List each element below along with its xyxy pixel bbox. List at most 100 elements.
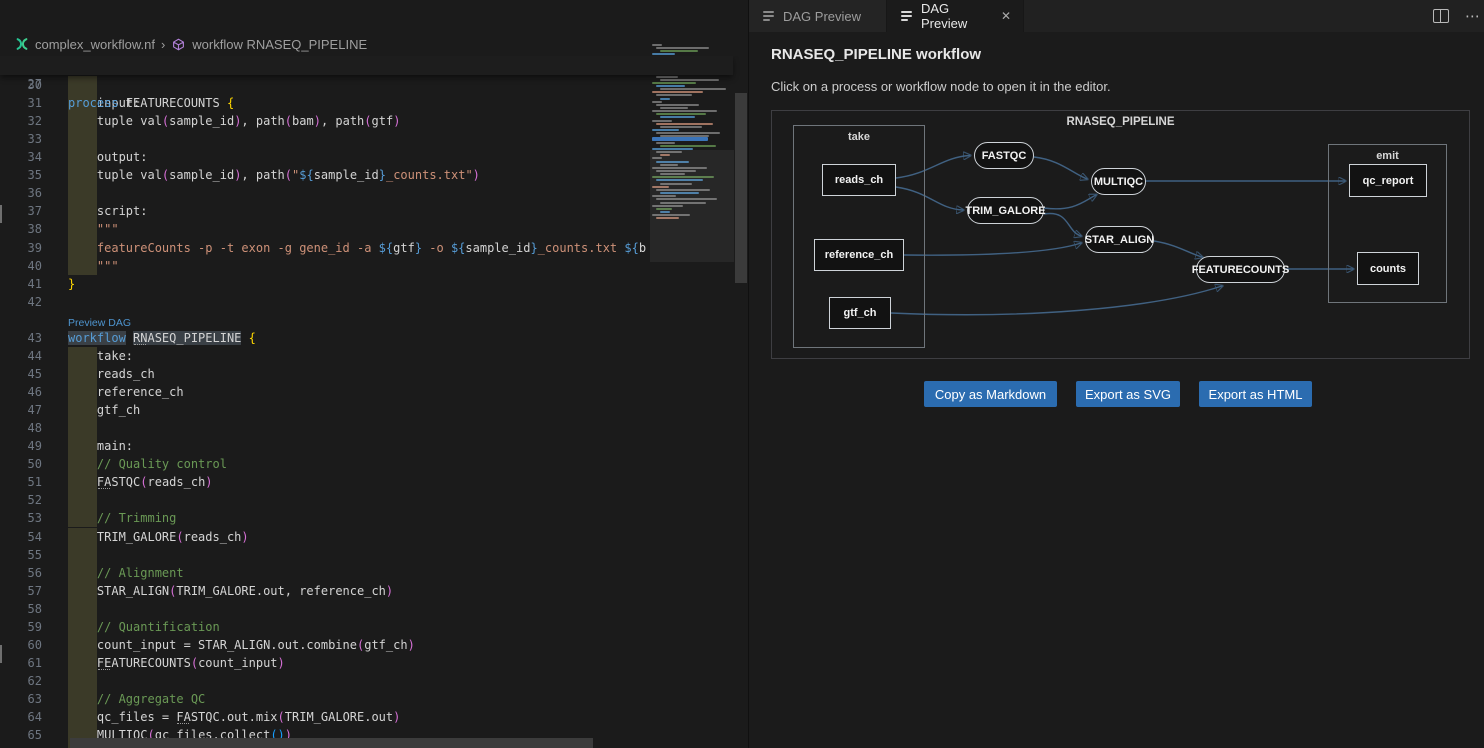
code-line-45[interactable]: 45 reads_ch — [0, 365, 748, 383]
breadcrumb[interactable]: complex_workflow.nf › workflow RNASEQ_PI… — [0, 32, 747, 56]
line-number: 56 — [0, 564, 42, 582]
code-line-32[interactable]: 32 tuple val(sample_id), path(bam), path… — [0, 112, 748, 130]
edge-FASTQC-MULTIQC — [1034, 157, 1087, 179]
split-editor-icon[interactable] — [1433, 9, 1449, 23]
horizontal-scrollbar[interactable] — [70, 738, 593, 748]
more-actions-icon[interactable]: ⋯ — [1465, 7, 1480, 25]
cluster-take-label: take — [794, 131, 924, 143]
code-line-38[interactable]: 38 """ — [0, 220, 748, 238]
code-line-40[interactable]: 40 """ — [0, 257, 748, 275]
dag-subtitle: Click on a process or workflow node to o… — [771, 79, 1111, 94]
code-line-60[interactable]: 60 count_input = STAR_ALIGN.out.combine(… — [0, 636, 748, 654]
code-line-36[interactable]: 36 — [0, 184, 748, 202]
tab-dag-preview-inactive[interactable]: DAG Preview — [749, 0, 887, 32]
edge-STAR_ALIGN-FEATURECOUNTS — [1154, 241, 1202, 257]
dag-preview-body: RNASEQ_PIPELINE workflow Click on a proc… — [749, 32, 1484, 748]
code-line-63[interactable]: 63 // Aggregate QC — [0, 690, 748, 708]
preview-icon — [761, 9, 776, 24]
line-number: 49 — [0, 437, 42, 455]
code-line-46[interactable]: 46 reference_ch — [0, 383, 748, 401]
code-line-52[interactable]: 52 — [0, 491, 748, 509]
dag-node-STAR_ALIGN[interactable]: STAR_ALIGN — [1085, 226, 1154, 253]
sticky-scroll-line[interactable]: 27 process FEATURECOUNTS { — [0, 56, 733, 75]
code-line-62[interactable]: 62 — [0, 672, 748, 690]
code-line-37[interactable]: 37 script: — [0, 202, 748, 220]
code-line-57[interactable]: 57 STAR_ALIGN(TRIM_GALORE.out, reference… — [0, 582, 748, 600]
tab-label: DAG Preview — [783, 9, 861, 24]
dag-buttons: Copy as Markdown Export as SVG Export as… — [749, 381, 1484, 407]
line-number: 52 — [0, 491, 42, 509]
dag-node-counts[interactable]: counts — [1357, 252, 1419, 285]
nextflow-icon — [14, 37, 29, 52]
minimap[interactable] — [650, 36, 734, 596]
tab-dag-preview-active[interactable]: DAG Preview ✕ — [887, 0, 1024, 32]
dag-node-reads_ch[interactable]: reads_ch — [822, 164, 896, 196]
tab-label: DAG Preview — [921, 1, 990, 31]
code-line-34[interactable]: 34 output: — [0, 148, 748, 166]
code-line-33[interactable]: 33 — [0, 130, 748, 148]
edge-reference_ch-STAR_ALIGN — [904, 243, 1081, 255]
code-line-43[interactable]: 43workflow RNASEQ_PIPELINE { — [0, 329, 748, 347]
code-line-49[interactable]: 49 main: — [0, 437, 748, 455]
code-line-47[interactable]: 47 gtf_ch — [0, 401, 748, 419]
code-line-39[interactable]: 39 featureCounts -p -t exon -g gene_id -… — [0, 239, 748, 257]
line-number: 62 — [0, 672, 42, 690]
line-number: 41 — [0, 275, 42, 293]
editor-group-left: complex_workflow.nf › workflow RNASEQ_PI… — [0, 0, 748, 748]
dag-node-qc_report[interactable]: qc_report — [1349, 164, 1427, 197]
cluster-emit-label: emit — [1329, 150, 1446, 162]
code-line-41[interactable]: 41} — [0, 275, 748, 293]
panel-tab-bar: DAG Preview DAG Preview ✕ ⋯ — [749, 0, 1484, 32]
dag-node-gtf_ch[interactable]: gtf_ch — [829, 297, 891, 329]
breadcrumb-symbol[interactable]: workflow RNASEQ_PIPELINE — [192, 37, 367, 52]
code-line-56[interactable]: 56 // Alignment — [0, 564, 748, 582]
code-line-55[interactable]: 55 — [0, 546, 748, 564]
close-icon[interactable]: ✕ — [1001, 9, 1011, 23]
dag-node-FEATURECOUNTS[interactable]: FEATURECOUNTS — [1196, 256, 1285, 283]
code-line-53[interactable]: 53 // Trimming — [0, 509, 748, 527]
export-as-html-button[interactable]: Export as HTML — [1199, 381, 1312, 407]
breadcrumb-file[interactable]: complex_workflow.nf — [35, 37, 155, 52]
code-line-42[interactable]: 42 — [0, 293, 748, 311]
code-editor[interactable]: 27 process FEATURECOUNTS { 3031 input:32… — [0, 56, 748, 748]
dag-node-reference_ch[interactable]: reference_ch — [814, 239, 904, 271]
code-line-30[interactable]: 30 — [0, 76, 748, 94]
edge-gtf_ch-FEATURECOUNTS — [891, 286, 1222, 315]
dag-node-FASTQC[interactable]: FASTQC — [974, 142, 1034, 169]
code-line-64[interactable]: 64 qc_files = FASTQC.out.mix(TRIM_GALORE… — [0, 708, 748, 726]
code-line-54[interactable]: 54 TRIM_GALORE(reads_ch) — [0, 528, 748, 546]
minimap-viewport[interactable] — [650, 150, 734, 262]
dag-node-TRIM_GALORE[interactable]: TRIM_GALORE — [967, 197, 1044, 224]
line-number: 61 — [0, 654, 42, 672]
export-as-svg-button[interactable]: Export as SVG — [1076, 381, 1180, 407]
line-number: 50 — [0, 455, 42, 473]
line-number: 58 — [0, 600, 42, 618]
line-number: 55 — [0, 546, 42, 564]
code-line-35[interactable]: 35 tuple val(sample_id), path("${sample_… — [0, 166, 748, 184]
codelens-row: Preview DAG — [0, 311, 748, 329]
code-line-61[interactable]: 61 FEATURECOUNTS(count_input) — [0, 654, 748, 672]
line-number: 65 — [0, 726, 42, 744]
line-number: 33 — [0, 130, 42, 148]
code-line-58[interactable]: 58 — [0, 600, 748, 618]
copy-as-markdown-button[interactable]: Copy as Markdown — [924, 381, 1057, 407]
line-number: 40 — [0, 257, 42, 275]
line-number: 37 — [0, 202, 42, 220]
vertical-scrollbar[interactable] — [735, 93, 747, 283]
code-line-59[interactable]: 59 // Quantification — [0, 618, 748, 636]
code-line-44[interactable]: 44 take: — [0, 347, 748, 365]
line-number: 51 — [0, 473, 42, 491]
preview-icon — [899, 9, 914, 24]
symbol-cube-icon — [171, 37, 186, 52]
line-number: 36 — [0, 184, 42, 202]
edge-TRIM_GALORE-MULTIQC — [1044, 195, 1096, 209]
line-number: 35 — [0, 166, 42, 184]
code-line-48[interactable]: 48 — [0, 419, 748, 437]
dag-node-MULTIQC[interactable]: MULTIQC — [1091, 168, 1146, 195]
code-line-51[interactable]: 51 FASTQC(reads_ch) — [0, 473, 748, 491]
line-number: 34 — [0, 148, 42, 166]
code-line-50[interactable]: 50 // Quality control — [0, 455, 748, 473]
line-number: 38 — [0, 220, 42, 238]
line-number: 27 — [0, 75, 42, 94]
line-number: 46 — [0, 383, 42, 401]
